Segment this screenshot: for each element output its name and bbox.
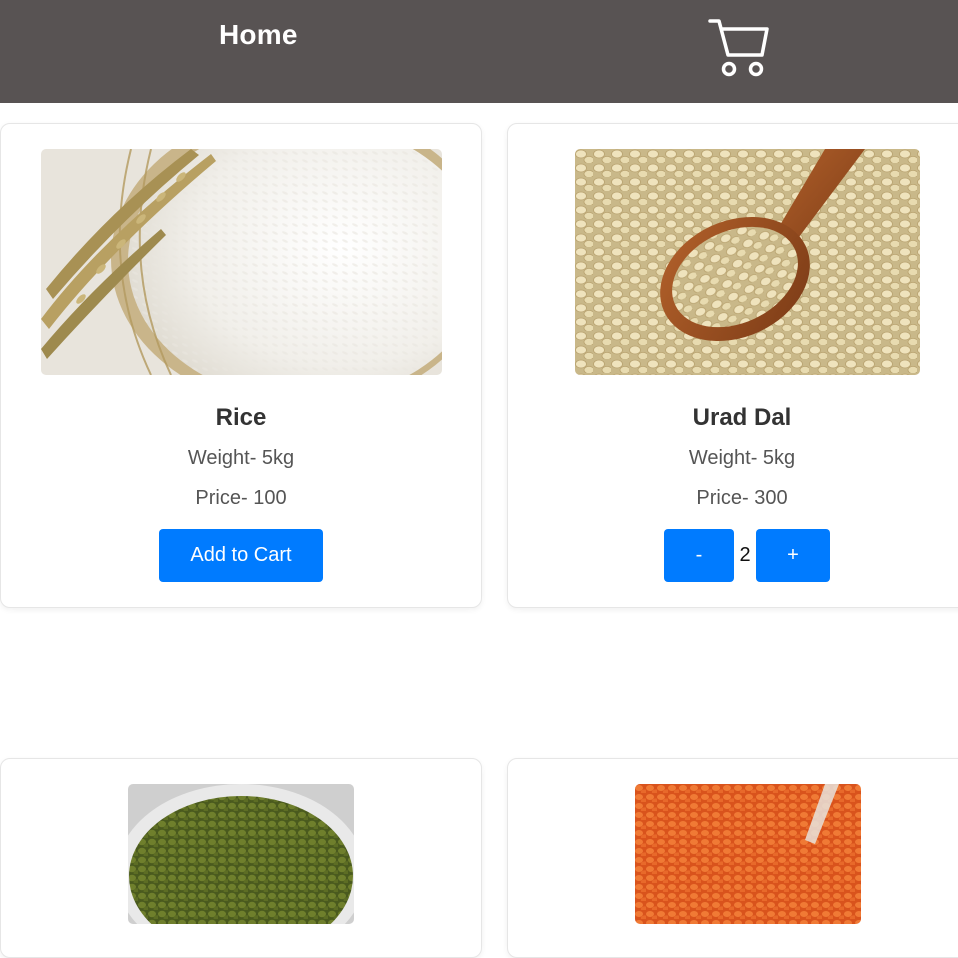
product-weight: Weight- 5kg (187, 447, 295, 469)
rice-image (41, 149, 442, 375)
product-name: Urad Dal (692, 404, 792, 431)
shopping-cart-icon[interactable] (707, 17, 771, 79)
product-name: Rice (215, 404, 267, 431)
masoor-dal-image (635, 784, 861, 924)
add-to-cart-button[interactable]: Add to Cart (159, 529, 323, 582)
urad-dal-image (575, 149, 920, 375)
product-card-masoor-dal (507, 758, 958, 958)
decrement-button[interactable]: - (664, 529, 734, 582)
increment-button[interactable]: + (756, 529, 830, 582)
product-card-urad-dal: Urad Dal Weight- 5kg Price- 300 - 2 + (507, 123, 958, 608)
moong-dal-image (128, 784, 354, 924)
quantity-value: 2 (739, 544, 751, 566)
product-price: Price- 100 (195, 487, 287, 509)
product-card-rice: Rice Weight- 5kg Price- 100 Add to Cart (0, 123, 482, 608)
product-price: Price- 300 (696, 487, 788, 509)
product-weight: Weight- 5kg (688, 447, 796, 469)
navbar: Home (0, 0, 958, 103)
nav-home-link[interactable]: Home (219, 19, 298, 51)
product-card-moong-dal (0, 758, 482, 958)
